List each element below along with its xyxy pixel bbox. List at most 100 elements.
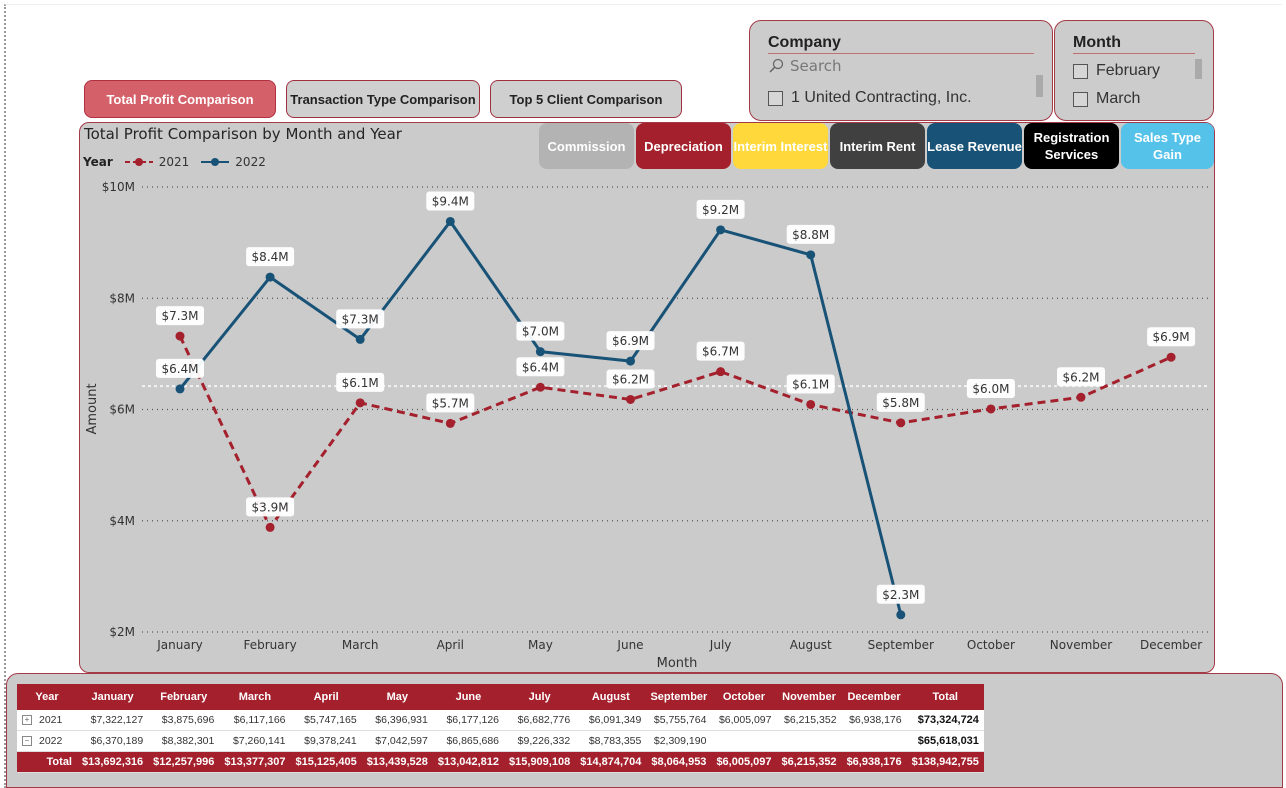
table-header-cell[interactable]: August <box>575 684 647 710</box>
series-line-2022 <box>178 219 903 616</box>
total-cell: $8,064,953 <box>646 751 712 773</box>
table-header-cell[interactable]: October <box>711 684 777 710</box>
table-cell: $9,378,241 <box>290 730 362 752</box>
table-cell: $5,747,165 <box>290 710 362 731</box>
table-header-cell[interactable]: June <box>432 684 505 710</box>
data-label-2022: $9.4M <box>432 194 469 208</box>
data-label-2021: $6.2M <box>1062 370 1099 384</box>
y-tick-label: $8M <box>109 291 135 305</box>
company-search-input[interactable]: Search <box>768 57 842 75</box>
data-label-2021: $6.1M <box>342 376 379 390</box>
x-tick-label: May <box>528 638 553 652</box>
grand-total-cell: $138,942,755 <box>906 751 984 773</box>
data-label-2021: $6.4M <box>522 360 559 374</box>
y-tick-label: $4M <box>109 514 135 528</box>
data-label-2022: $8.8M <box>792 228 829 242</box>
month-option-label: March <box>1096 90 1141 107</box>
data-label-2022: $9.2M <box>702 203 739 217</box>
company-scrollbar[interactable] <box>1036 75 1043 97</box>
slicer-divider <box>768 53 1034 54</box>
x-tick-label: February <box>244 638 297 652</box>
table-cell: $6,938,176 <box>841 710 907 731</box>
total-profit-comparison-button[interactable]: Total Profit Comparison <box>84 80 276 118</box>
series-line-2021 <box>178 335 1172 529</box>
data-point-2021 <box>986 404 996 414</box>
search-icon <box>769 58 784 73</box>
search-placeholder: Search <box>790 57 842 75</box>
table-cell: $6,865,686 <box>432 730 505 752</box>
data-point-2021 <box>535 382 545 392</box>
table-header-cell[interactable]: November <box>776 684 842 710</box>
table-header-cell[interactable]: February <box>148 684 220 710</box>
checkbox[interactable] <box>1073 63 1088 79</box>
data-point-2022 <box>175 384 185 394</box>
table-header-cell[interactable]: April <box>290 684 362 710</box>
data-point-2021 <box>355 398 365 408</box>
data-label-2022: $8.4M <box>252 250 289 264</box>
expand-collapse-icon[interactable]: − <box>22 736 32 747</box>
table-row: −2022 $6,370,189 $8,382,301 $7,260,141 $9,37… <box>17 730 984 752</box>
data-label-2022: $7.0M <box>522 325 559 339</box>
x-tick-label: April <box>437 638 464 652</box>
checkbox[interactable] <box>768 90 783 106</box>
table-cell: $3,875,696 <box>148 710 220 731</box>
year-label: 2021 <box>39 714 63 726</box>
row-total-cell: $73,324,724 <box>906 710 984 731</box>
table-header-cell[interactable]: March <box>219 684 291 710</box>
table-total-row: Total $13,692,316 $12,257,996 $13,377,307 $1… <box>17 751 984 773</box>
table-header-cell[interactable]: September <box>646 684 712 710</box>
year-label: 2022 <box>39 735 63 747</box>
data-point-2022 <box>716 225 726 235</box>
data-point-2022 <box>626 356 635 366</box>
total-label: Total <box>17 751 77 773</box>
slicer-divider <box>1073 53 1195 54</box>
total-cell: $14,874,704 <box>575 751 647 773</box>
month-slicer: Month February March <box>1054 20 1214 121</box>
x-tick-label: October <box>967 638 1015 652</box>
total-cell: $13,042,812 <box>432 751 505 773</box>
x-axis-title: Month <box>657 656 698 671</box>
data-point-2021 <box>896 418 906 428</box>
company-option[interactable]: 1 United Contracting, Inc. <box>768 89 972 107</box>
table-cell: $6,396,931 <box>361 710 433 731</box>
expand-collapse-icon[interactable]: + <box>22 715 32 726</box>
total-cell: $13,377,307 <box>219 751 291 773</box>
total-cell: $6,938,176 <box>841 751 907 773</box>
table-cell: $9,226,332 <box>504 730 576 752</box>
data-point-2022 <box>355 334 365 344</box>
table-cell: $5,755,764 <box>646 710 712 731</box>
total-cell: $12,257,996 <box>148 751 220 773</box>
data-label-2022: $2.3M <box>882 588 919 602</box>
data-point-2022 <box>896 610 906 620</box>
checkbox[interactable] <box>1073 91 1088 107</box>
y-tick-label: $2M <box>109 625 135 639</box>
transaction-type-comparison-button[interactable]: Transaction Type Comparison <box>286 80 480 118</box>
table-cell: $6,117,166 <box>219 710 291 731</box>
total-cell: $13,439,528 <box>361 751 433 773</box>
row-total-cell: $65,618,031 <box>906 730 984 752</box>
table-header-cell[interactable]: January <box>77 684 149 710</box>
month-scrollbar[interactable] <box>1195 59 1202 79</box>
table-header-cell[interactable]: July <box>504 684 576 710</box>
data-point-2022 <box>806 250 816 260</box>
table-header-cell[interactable]: Total <box>906 684 984 710</box>
data-label-2021: $6.0M <box>972 382 1009 396</box>
table-header-cell[interactable]: December <box>841 684 907 710</box>
data-point-2022 <box>445 216 455 226</box>
table-header-cell[interactable]: May <box>361 684 433 710</box>
company-option-label: 1 United Contracting, Inc. <box>791 89 972 106</box>
data-label-2021: $5.8M <box>882 396 919 410</box>
data-point-2021 <box>1076 392 1086 402</box>
year-cell: −2022 <box>17 730 77 752</box>
data-point-2021 <box>716 367 726 377</box>
month-option-march[interactable]: March <box>1073 90 1140 108</box>
total-cell: $6,005,097 <box>711 751 777 773</box>
x-tick-label: December <box>1140 638 1202 652</box>
data-point-2022 <box>535 347 545 357</box>
table-cell: $8,382,301 <box>148 730 220 752</box>
data-label-2021: $6.1M <box>792 377 829 391</box>
table-cell: $6,005,097 <box>711 710 777 731</box>
top5-client-comparison-button[interactable]: Top 5 Client Comparison <box>490 80 682 118</box>
table-header-cell[interactable]: Year <box>17 684 77 710</box>
month-option-february[interactable]: February <box>1073 62 1160 80</box>
